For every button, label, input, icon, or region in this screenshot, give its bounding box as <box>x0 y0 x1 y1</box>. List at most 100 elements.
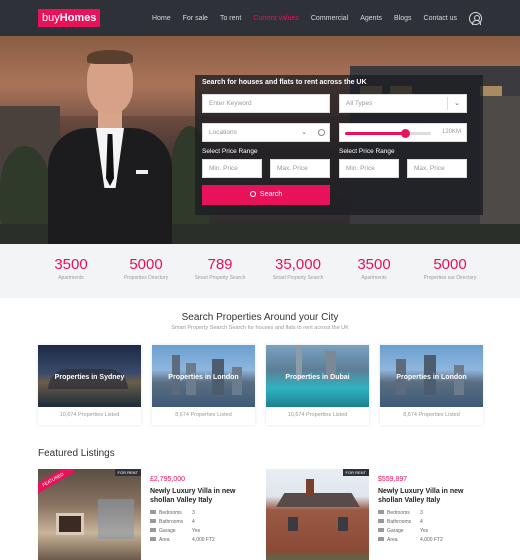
garage-icon <box>150 528 156 532</box>
city-count: 8,674 Properties Listed <box>175 412 232 418</box>
spec-bathrooms: Bathrooms 4 <box>378 519 468 525</box>
chevron-down-icon: ⌄ <box>301 129 307 136</box>
range-fill <box>345 132 406 135</box>
price-range-label: Select Price Range <box>339 148 395 155</box>
site-header: buyHomes Home For sale To rent Current v… <box>0 0 520 36</box>
stats-bar: 3500 Apartments 5000 Properties Directory … <box>0 244 520 298</box>
fireplace-shape <box>56 513 84 535</box>
hero-building <box>480 96 520 236</box>
stat-item: 35,000 Smart Property Search <box>258 256 338 281</box>
stat-label: Properties Directory <box>123 275 169 281</box>
featured-title: Featured Listings <box>38 448 115 459</box>
stat-label: Apartments <box>361 275 387 281</box>
bed-icon <box>150 510 156 514</box>
for-rent-badge: FOR RENT <box>114 469 141 476</box>
price-range-label: Select Price Range <box>202 148 258 155</box>
roof-shape <box>276 493 360 507</box>
for-rent-badge: FOR RENT <box>342 469 369 476</box>
search-icon <box>249 191 256 197</box>
locate-icon[interactable] <box>318 129 325 136</box>
type-select[interactable]: All Types ⌄ <box>339 94 467 113</box>
stat-number: 5000 <box>129 256 163 273</box>
city-card[interactable]: Properties in London 8,674 Properties Li… <box>152 345 255 425</box>
user-account-icon[interactable] <box>469 11 482 25</box>
logo[interactable]: buyHomes <box>38 9 101 27</box>
featured-badge: FEATURED <box>38 469 76 495</box>
nav-blogs[interactable]: Blogs <box>388 15 418 22</box>
select-divider <box>447 97 448 110</box>
nav-home[interactable]: Home <box>146 15 177 22</box>
search-button[interactable]: Search <box>202 185 330 205</box>
max-price-input[interactable]: Max. Price <box>270 159 330 178</box>
spec-bathrooms: Bathrooms 4 <box>150 519 240 525</box>
agent-hair <box>87 50 133 64</box>
listing-title[interactable]: Newly Luxury Villa in new shollan Valley… <box>378 487 486 505</box>
section-title: Search Properties Around your City <box>181 312 339 323</box>
listing-price: $559,897 <box>378 476 408 483</box>
spec-area: Area 4,000 FT2 <box>150 537 240 543</box>
agent-pocket-square <box>136 170 148 174</box>
city-count: 10,674 Properties Listed <box>59 412 120 418</box>
nav-commercial[interactable]: Commercial <box>305 15 354 22</box>
chimney-shape <box>306 479 314 495</box>
nav-agents[interactable]: Agents <box>354 15 388 22</box>
city-count: 8,674 Properties Listed <box>403 412 460 418</box>
city-name: Properties in London <box>396 374 467 381</box>
hero-banner: Search for houses and flats to rent acro… <box>0 36 520 244</box>
listing-image: FEATURED FOR RENT <box>38 469 141 560</box>
listing-title[interactable]: Newly Luxury Villa in new shollan Valley… <box>150 487 258 505</box>
city-card[interactable]: Properties in Sydney 10,674 Properties L… <box>38 345 141 425</box>
chevron-down-icon: ⌄ <box>454 100 460 107</box>
distance-range: 120KM <box>339 123 467 142</box>
location-value: Locations <box>209 129 237 136</box>
window-shape <box>98 499 134 539</box>
spec-bedrooms: Bedrooms 3 <box>150 510 240 516</box>
nav-for-sale[interactable]: For sale <box>177 15 214 22</box>
nav-contact-us[interactable]: Contact us <box>418 15 463 22</box>
stat-number: 789 <box>207 256 233 273</box>
listing-price: £2,795,000 <box>150 476 186 483</box>
skyline-shape <box>232 367 242 395</box>
stat-label: Smart Property Search <box>194 275 246 281</box>
stat-number: 5000 <box>433 256 467 273</box>
search-title: Search for houses and flats to rent acro… <box>202 79 367 86</box>
stat-label: Properties our Directory <box>423 275 477 281</box>
stat-label: Smart Property Search <box>272 275 324 281</box>
min-price-input[interactable]: Min. Price <box>339 159 399 178</box>
bath-icon <box>378 519 384 523</box>
stat-number: 3500 <box>54 256 88 273</box>
listing-card[interactable]: FEATURED FOR RENT £2,795,000 Newly Luxur… <box>38 469 258 560</box>
stat-number: 3500 <box>357 256 391 273</box>
max-price-input[interactable]: Max. Price <box>407 159 467 178</box>
bed-icon <box>378 510 384 514</box>
listing-card[interactable]: FOR RENT $559,897 Newly Luxury Villa in … <box>266 469 486 560</box>
stat-item: 789 Smart Property Search <box>180 256 260 281</box>
city-name: Properties in Dubai <box>285 374 350 381</box>
city-name: Properties in Sydney <box>54 374 125 381</box>
city-name: Properties in London <box>168 374 239 381</box>
stat-number: 35,000 <box>275 256 321 273</box>
listing-image: FOR RENT <box>266 469 369 560</box>
nav-to-rent[interactable]: To rent <box>214 15 247 22</box>
city-card[interactable]: Properties in Dubai 10,674 Properties Li… <box>266 345 369 425</box>
range-slider-handle[interactable] <box>401 129 411 138</box>
range-track[interactable] <box>345 129 431 138</box>
spec-garage: Garage Yes <box>150 528 240 534</box>
spec-garage: Garage Yes <box>378 528 468 534</box>
nav-current-values[interactable]: Current values <box>247 15 305 22</box>
min-price-input[interactable]: Min. Price <box>202 159 262 178</box>
stat-item: 3500 Apartments <box>334 256 414 281</box>
stat-item: 5000 Properties Directory <box>106 256 186 281</box>
search-panel: Search for houses and flats to rent acro… <box>195 75 483 215</box>
city-count: 10,674 Properties Listed <box>287 412 348 418</box>
agent-photo <box>40 48 180 244</box>
stat-item: 3500 Apartments <box>31 256 111 281</box>
range-value: 120KM <box>441 129 461 135</box>
garage-icon <box>378 528 384 532</box>
spec-area: Area 4,000 FT2 <box>378 537 468 543</box>
section-subtitle: Smart Property Search Search for houses … <box>171 325 349 331</box>
location-select[interactable]: Locations ⌄ <box>202 123 330 142</box>
keyword-input[interactable]: Enter Keyword <box>202 94 330 113</box>
main-nav: Home For sale To rent Current values Com… <box>146 0 482 36</box>
city-card[interactable]: Properties in London 8,674 Properties Li… <box>380 345 483 425</box>
